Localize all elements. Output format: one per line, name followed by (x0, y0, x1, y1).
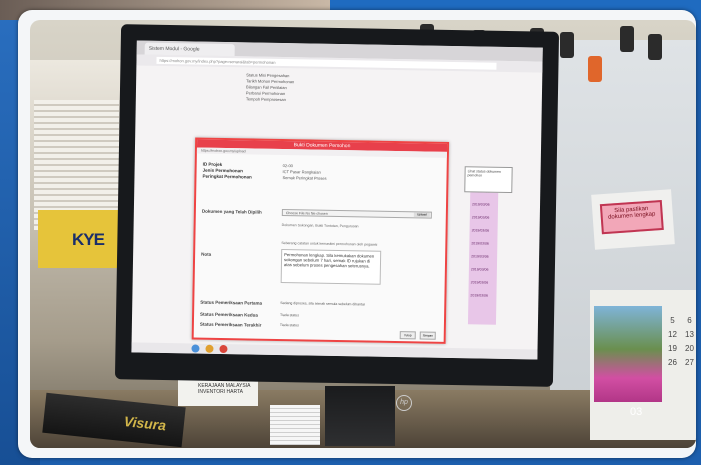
chrome-icon[interactable] (219, 344, 228, 354)
status-select[interactable]: Sedang diproses, sila semak semula sebel… (280, 301, 430, 310)
stamp (588, 56, 602, 82)
book-title: Visura (123, 413, 167, 434)
calendar-day: 19 (668, 344, 677, 353)
document-modal: Bukti Dokumen Pemohon https://mohon.gov.… (191, 137, 450, 344)
list-item[interactable]: 2019/03/06 (469, 278, 497, 291)
upload-button[interactable]: Upload (413, 212, 430, 218)
status-label: Status Pemeriksaan Pertama (200, 299, 263, 306)
calendar-month: 03 (630, 406, 643, 418)
desk-calendar: 03 5 6 12 13 19 20 26 27 (590, 290, 696, 440)
calendar-day: 6 (687, 316, 692, 325)
upload-label: Dokumen yang Telah Dipilih (201, 208, 262, 215)
calendar-day: 13 (685, 330, 694, 339)
list-item[interactable]: 2019/03/06 (469, 252, 497, 265)
monitor: Sistem Modul - Google https://mohon.gov.… (114, 24, 560, 387)
calendar-day: 12 (668, 330, 677, 339)
note-hint: Sebarang catatan untuk kemaskini permoho… (281, 241, 378, 247)
info-line: Tempoh Pemprosesan (245, 96, 286, 103)
modal-header-labels: ID Projek Jenis Permohonan Peringkat Per… (202, 162, 252, 181)
upload-hint: Dokumen Sokongan, Bukti Tuntutan, Pengur… (281, 223, 359, 229)
list-item[interactable]: 2019/03/06 (468, 291, 496, 304)
calendar-day: 26 (668, 358, 677, 367)
calendar-days: 5 6 12 13 19 20 26 27 (664, 316, 696, 372)
status-select[interactable]: Tiada status (280, 313, 430, 322)
tooltip: Lihat status dokumen pemohon (464, 166, 513, 194)
list-item[interactable]: 2019/03/06 (470, 200, 498, 213)
pinned-note: Sila pastikan dokumen lengkap (591, 189, 675, 250)
office-photo: KYE Sila pastikan dokumen lengkap 03 5 6… (30, 20, 696, 448)
notepad (270, 405, 320, 445)
list-item[interactable]: 2019/03/06 (469, 226, 497, 239)
stamp (620, 26, 634, 52)
note-text: Sila pastikan dokumen lengkap (599, 199, 664, 235)
calendar-day: 5 (670, 316, 675, 325)
modal-header-values: 02-00 ICT Pasar Rangkaian Semak Peringka… (282, 163, 326, 182)
calendar-day: 20 (685, 344, 694, 353)
page-info: Status Misi Pengesahan Tarikh Mohon Perm… (246, 72, 295, 103)
close-button[interactable]: Tutup (399, 331, 416, 340)
list-item[interactable]: 2019/03/06 (469, 265, 497, 278)
file-chooser[interactable]: Choose File No file chosen (281, 209, 432, 219)
folder-icon[interactable] (205, 344, 214, 353)
asset-sticker: KERAJAAN MALAYSIA INVENTORI HARTA (178, 380, 258, 406)
date-column: 2019/03/06 2019/03/06 2019/03/06 2019/03… (467, 174, 499, 325)
browser-icon[interactable] (191, 344, 200, 353)
save-button[interactable]: Simpan (419, 331, 436, 340)
list-item[interactable]: 2019/03/06 (469, 239, 497, 252)
note-label: Nota (201, 251, 212, 257)
list-item[interactable]: 2019/03/06 (470, 213, 498, 226)
status-label: Status Pemeriksaan Kedua (200, 311, 258, 318)
stamp (648, 34, 662, 60)
note-textarea[interactable]: Permohonan lengkap. Sila kemukakan dokum… (280, 249, 382, 285)
calendar-photo: 03 (594, 306, 662, 418)
taskbar (131, 342, 538, 360)
calendar-day: 27 (685, 358, 694, 367)
monitor-screen: Sistem Modul - Google https://mohon.gov.… (131, 40, 543, 360)
box-brand-text: KYE (72, 230, 105, 249)
monitor-stand (325, 386, 395, 446)
header-label: Peringkat Permohonan (202, 173, 252, 180)
header-value: Semak Peringkat Proses (282, 175, 327, 181)
status-label: Status Pemeriksaan Terakhir (199, 321, 262, 328)
stamp (560, 32, 574, 58)
hp-logo-icon: hp (396, 395, 412, 411)
